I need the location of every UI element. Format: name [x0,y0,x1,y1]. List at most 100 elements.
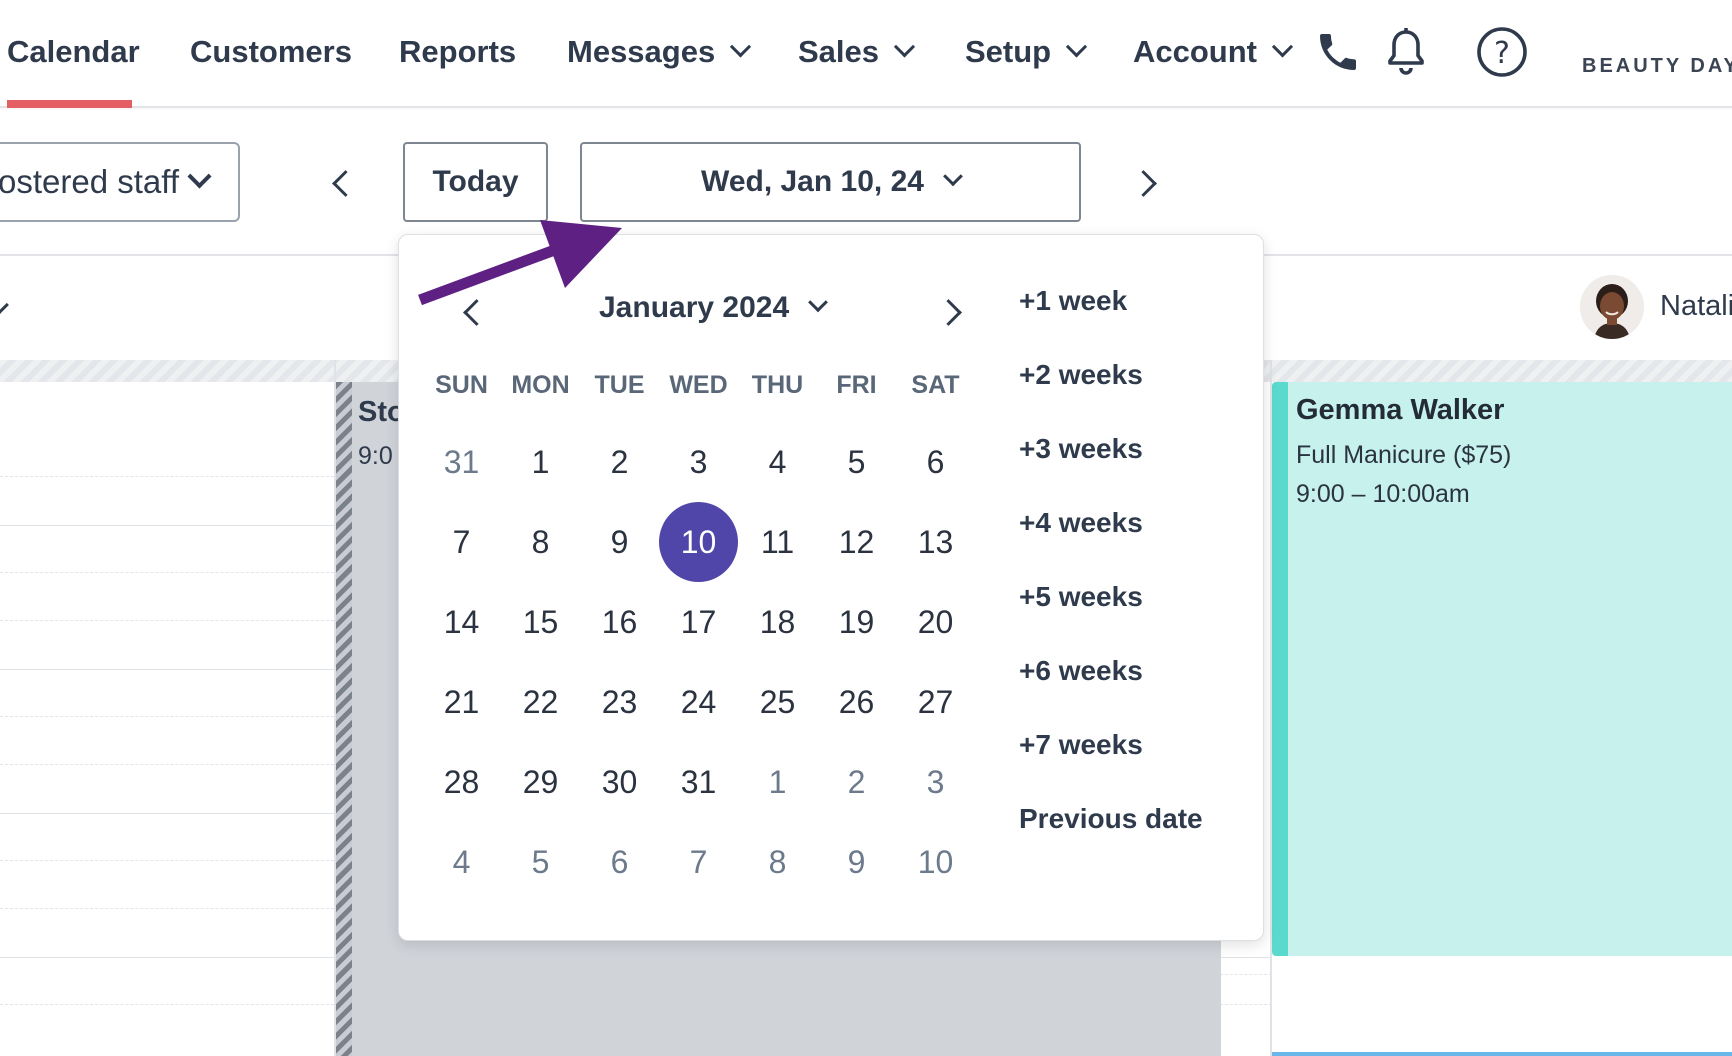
weekday-thu: THU [751,371,804,399]
chevron-down-icon [943,166,963,187]
calendar-day[interactable]: 23 [580,662,659,742]
day-number: 31 [680,763,717,800]
next-month-button[interactable] [931,291,971,331]
calendar-day[interactable]: 24 [659,662,738,742]
day-number: 1 [768,763,787,800]
calendar-day[interactable]: 19 [817,582,896,662]
calendar-day[interactable]: 5 [817,422,896,502]
help-icon[interactable]: ? [1476,26,1528,78]
staff-select[interactable]: ostered staff [0,142,240,222]
calendar-day[interactable]: 25 [738,662,817,742]
chevron-down-icon [730,35,752,57]
calendar-day[interactable]: 4 [738,422,817,502]
nav-messages[interactable]: Messages [567,30,752,74]
phone-icon[interactable] [1314,28,1362,76]
nav-account[interactable]: Account [1133,30,1294,74]
date-picker-popover: January 2024 SUN MON TUE WED THU FRI SAT 31 1 2 3… [398,234,1264,941]
selected-day[interactable]: 10 [659,502,738,582]
calendar-day[interactable]: 26 [817,662,896,742]
weekday-fri: FRI [836,371,877,399]
calendar-day[interactable]: 31 [422,422,501,502]
previous-day-button[interactable] [320,162,360,202]
day-number: 10 [659,502,738,582]
grid-line [0,860,334,861]
nav-sales[interactable]: Sales [798,30,916,74]
calendar-day[interactable]: 21 [422,662,501,742]
calendar-day[interactable]: 16 [580,582,659,662]
appointment-service: Full Manicure ($75) [1296,441,1512,469]
calendar-day[interactable]: 10 [896,822,975,902]
nav-customers-label: Customers [190,34,352,69]
day-number: 28 [443,763,480,800]
calendar-day[interactable]: 22 [501,662,580,742]
quick-jump-item[interactable]: Previous date [1019,803,1203,835]
calendar-day[interactable]: 15 [501,582,580,662]
calendar-day[interactable]: 1 [738,742,817,822]
day-number: 15 [522,603,559,640]
calendar-day[interactable]: 13 [896,502,975,582]
grid-line [1220,1004,1272,1005]
blocked-time-time: 9:0 [358,442,393,470]
day-number: 9 [847,843,866,880]
quick-jump-item[interactable]: +5 weeks [1019,581,1143,613]
calendar-day[interactable]: 3 [659,422,738,502]
date-picker-label: Wed, Jan 10, 24 [701,165,924,198]
calendar-day[interactable]: 8 [738,822,817,902]
day-number: 2 [847,763,866,800]
calendar-day[interactable]: 18 [738,582,817,662]
quick-jump-item[interactable]: +6 weeks [1019,655,1143,687]
appointment-card[interactable]: Gemma Walker Full Manicure ($75) 9:00 – … [1272,382,1732,956]
calendar-day[interactable]: 20 [896,582,975,662]
quick-jump-item[interactable]: +7 weeks [1019,729,1143,761]
calendar-day[interactable]: 6 [580,822,659,902]
next-day-button[interactable] [1126,162,1166,202]
quick-jump-item[interactable]: +3 weeks [1019,433,1143,465]
calendar-day[interactable]: 17 [659,582,738,662]
calendar-day[interactable]: 12 [817,502,896,582]
calendar-day[interactable]: 14 [422,582,501,662]
calendar-day[interactable]: 11 [738,502,817,582]
staff-select-value: ostered staff [0,163,180,200]
quick-jump-item[interactable]: +4 weeks [1019,507,1143,539]
weekday-tue: TUE [594,371,645,399]
calendar-day[interactable]: 29 [501,742,580,822]
month-select[interactable]: January 2024 [599,291,829,325]
staff-name: Natali [1660,290,1732,322]
quick-jump-item[interactable]: +2 weeks [1019,359,1143,391]
quick-jump-item[interactable]: +1 week [1019,285,1127,317]
business-name: BEAUTY DAY S [1582,55,1732,77]
bell-icon[interactable] [1382,26,1430,78]
calendar-day[interactable]: 4 [422,822,501,902]
calendar-day[interactable]: 2 [817,742,896,822]
day-number: 21 [443,683,480,720]
nav-reports-label: Reports [399,34,517,69]
calendar-day[interactable]: 3 [896,742,975,822]
calendar-day[interactable]: 7 [422,502,501,582]
calendar-day[interactable]: 30 [580,742,659,822]
day-number: 24 [680,683,717,720]
nav-setup[interactable]: Setup [965,30,1088,74]
calendar-day[interactable]: 2 [580,422,659,502]
nav-reports[interactable]: Reports [399,30,516,74]
nav-setup-label: Setup [965,34,1052,69]
calendar-day[interactable]: 9 [580,502,659,582]
grid-line [0,620,334,621]
day-number: 18 [759,603,796,640]
calendar-day[interactable]: 8 [501,502,580,582]
calendar-day[interactable]: 6 [896,422,975,502]
calendar-day[interactable]: 1 [501,422,580,502]
nav-customers[interactable]: Customers [190,30,352,74]
day-number: 4 [768,443,787,480]
grid-line [0,572,334,573]
date-picker-button[interactable]: Wed, Jan 10, 24 [580,142,1081,222]
calendar-day[interactable]: 31 [659,742,738,822]
day-number: 19 [838,603,875,640]
calendar-day[interactable]: 9 [817,822,896,902]
calendar-day[interactable]: 7 [659,822,738,902]
calendar-day[interactable]: 27 [896,662,975,742]
calendar-day[interactable]: 5 [501,822,580,902]
day-number: 3 [926,763,945,800]
day-number: 8 [768,843,787,880]
calendar-day[interactable]: 28 [422,742,501,822]
nav-calendar[interactable]: Calendar [7,30,140,74]
